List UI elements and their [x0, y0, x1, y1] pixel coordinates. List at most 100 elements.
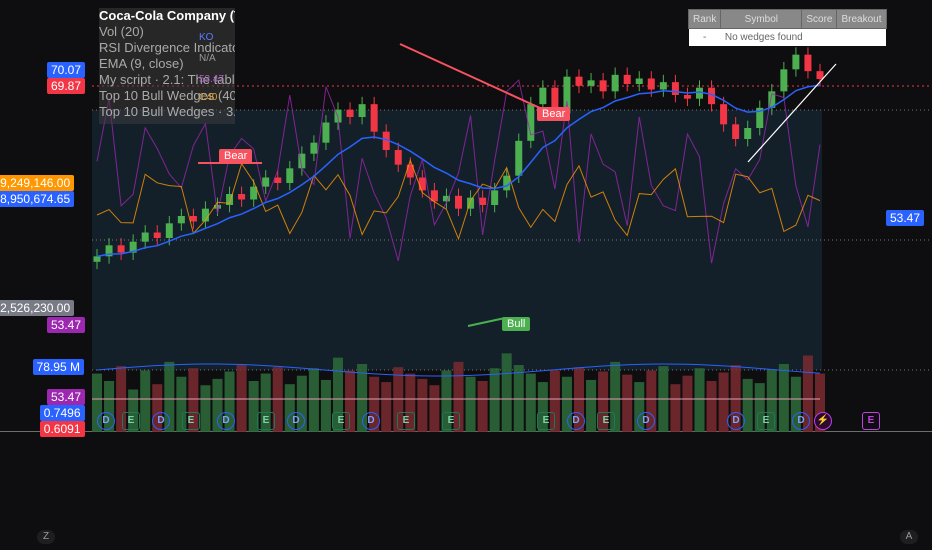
dividend-event-icon[interactable]: D [567, 412, 585, 430]
candle-body [418, 177, 426, 191]
axis-price-label: 69.87 [47, 78, 86, 94]
candle-body [792, 54, 800, 70]
volume-bar [501, 353, 512, 432]
zoom-toggle-button[interactable]: Z [37, 530, 55, 544]
volume-bar [706, 381, 717, 432]
candle-body [479, 197, 487, 205]
dividend-event-icon[interactable]: D [217, 412, 235, 430]
earnings-event-icon[interactable]: E [757, 412, 775, 430]
candle-body [611, 74, 619, 92]
legend-wedges: C40 [199, 92, 218, 103]
volume-bar [308, 368, 319, 432]
candle-body [671, 82, 679, 95]
auto-scale-button[interactable]: A [900, 530, 918, 544]
axis-price-label: 32,526,230.00 [0, 300, 75, 316]
candle-body [623, 74, 631, 84]
candle-body [286, 168, 294, 183]
dividend-event-icon[interactable]: D [287, 412, 305, 430]
candle-body [587, 80, 595, 86]
bear-signal: Bear [219, 149, 253, 163]
indicator-legend: Coca-Cola Company (The) · Vol (20) RSI D… [99, 8, 235, 124]
candle-body [262, 177, 270, 187]
volume-bar [429, 385, 440, 432]
wedge-table: Rank Symbol Score Breakout - No wedges found [687, 9, 887, 46]
candle-body [310, 142, 318, 154]
volume-bar [622, 374, 633, 432]
earnings-future-icon[interactable]: E [862, 412, 880, 430]
earnings-event-icon[interactable]: E [597, 412, 615, 430]
earnings-event-icon[interactable]: E [122, 412, 140, 430]
candle-body [515, 140, 523, 176]
candle-body [575, 76, 583, 86]
candle-body [358, 104, 366, 117]
candle-body [683, 95, 691, 99]
volume-bar [489, 368, 500, 432]
candle-body [274, 177, 282, 183]
axis-price-label: 0.7496 [39, 405, 85, 421]
volume-bar [525, 373, 536, 432]
axis-price-label: 70.07 [47, 62, 86, 78]
volume-bar [778, 364, 789, 432]
candle-body [370, 104, 378, 132]
candle-body [647, 78, 655, 90]
candle-body [599, 80, 607, 92]
candle-body [635, 78, 643, 84]
legend-symbol: KO [199, 32, 214, 43]
dividend-event-icon[interactable]: D [152, 412, 170, 430]
axis-price-label: 53.47 [47, 317, 86, 333]
candle-body [744, 128, 752, 139]
candle-body [816, 71, 824, 80]
lightning-icon[interactable]: ⚡ [814, 412, 832, 430]
volume-bar [320, 379, 331, 432]
candle-body [659, 82, 667, 90]
earnings-event-icon[interactable]: E [397, 412, 415, 430]
candle-body [491, 190, 499, 205]
volume-bar [200, 385, 211, 432]
candle-body [720, 104, 728, 125]
axis-price-label: 79,249,146.00 [0, 175, 75, 191]
volume-bar [670, 384, 681, 432]
axis-price-label: 78,950,674.65 [0, 191, 75, 207]
bear-signal: Bear [537, 107, 571, 121]
candle-body [503, 175, 511, 191]
candle-body [153, 232, 161, 238]
right-price-label: 53.47 [886, 210, 925, 226]
col-rank: Rank [687, 9, 722, 29]
candle-body [165, 223, 173, 238]
legend-line: Vol (20) [99, 24, 144, 39]
candle-body [189, 216, 197, 222]
volume-bar [465, 376, 476, 432]
volume-bar [694, 368, 705, 432]
dividend-event-icon[interactable]: D [792, 412, 810, 430]
dividend-event-icon[interactable]: D [97, 412, 115, 430]
volume-bar [140, 370, 151, 432]
candle-body [780, 69, 788, 92]
candle-body [455, 195, 462, 209]
candle-body [117, 245, 125, 253]
candle-body [93, 256, 101, 262]
volume-bar [682, 375, 693, 432]
volume-bar [381, 382, 392, 432]
volume-bar [477, 381, 488, 432]
axis-price-label: 0.6091 [39, 421, 85, 437]
col-breakout: Breakout [836, 9, 887, 29]
candle-body [539, 87, 547, 105]
candle-body [346, 109, 354, 117]
dividend-event-icon[interactable]: D [637, 412, 655, 430]
dividend-event-icon[interactable]: D [362, 412, 380, 430]
candle-body [238, 194, 246, 200]
candle-body [804, 54, 812, 72]
dividend-event-icon[interactable]: D [727, 412, 745, 430]
earnings-event-icon[interactable]: E [332, 412, 350, 430]
candle-body [177, 216, 185, 224]
candle-body [394, 150, 402, 165]
earnings-event-icon[interactable]: E [257, 412, 275, 430]
col-symbol: Symbol [720, 9, 803, 29]
axis-price-label: 78.95 M [32, 359, 84, 375]
earnings-event-icon[interactable]: E [537, 412, 555, 430]
earnings-event-icon[interactable]: E [182, 412, 200, 430]
bear-divergence-line [399, 43, 541, 109]
axis-price-label: 53.47 [47, 389, 86, 405]
earnings-event-icon[interactable]: E [442, 412, 460, 430]
legend-line: Top 10 Bull Wedges · 3.0 (5 [99, 104, 235, 119]
